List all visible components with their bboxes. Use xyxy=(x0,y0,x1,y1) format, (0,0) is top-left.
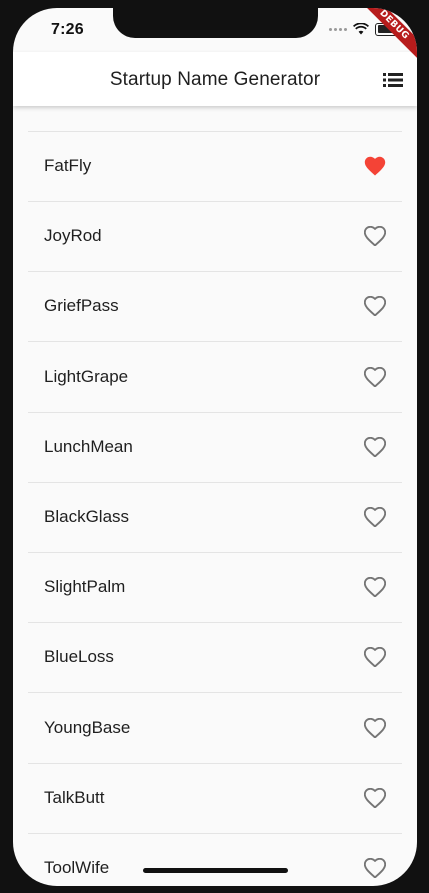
list-item-label: BlackGlass xyxy=(44,507,130,526)
list-item-label: JoyRod xyxy=(44,226,102,246)
device-notch xyxy=(113,8,318,38)
home-indicator[interactable] xyxy=(143,868,288,873)
favorite-border-icon[interactable] xyxy=(364,858,386,878)
favorite-border-icon[interactable] xyxy=(364,577,386,598)
list-item-label: SlightPalm xyxy=(44,577,126,597)
list-item[interactable]: TalkButt xyxy=(28,764,402,834)
list-item[interactable]: LunchMean xyxy=(28,413,402,483)
list-item-label: ToolWife xyxy=(44,858,110,877)
list-item-label: FatFly xyxy=(44,156,92,175)
list-item[interactable]: JoyRod xyxy=(28,202,402,273)
list-icon[interactable] xyxy=(383,72,403,88)
list-item[interactable]: YoungBase xyxy=(28,694,402,764)
list-item-label: TalkButt xyxy=(44,787,105,807)
favorite-border-icon[interactable] xyxy=(364,787,386,808)
list-item-label: LightGrape xyxy=(44,366,129,386)
list-item-label: BlueLoss xyxy=(44,647,114,667)
app-screen: 7:26 DEBUG Startup Name Generator FatFly… xyxy=(13,8,417,886)
list-item[interactable]: GriefPass xyxy=(28,272,402,343)
favorite-border-icon[interactable] xyxy=(364,717,386,738)
list-item[interactable]: BlackGlass xyxy=(28,483,402,553)
list-item-label: LunchMean xyxy=(44,436,133,456)
app-bar: Startup Name Generator xyxy=(13,52,417,106)
list-item[interactable]: LightGrape xyxy=(28,343,402,413)
list-item[interactable]: BlueLoss xyxy=(28,623,402,694)
favorite-border-icon[interactable] xyxy=(364,296,386,317)
status-bar: 7:26 xyxy=(13,8,417,52)
status-time: 7:26 xyxy=(51,21,84,38)
page-title: Startup Name Generator xyxy=(109,69,321,90)
list-item[interactable]: SlightPalm xyxy=(28,553,402,624)
signal-icon xyxy=(329,27,347,31)
favorite-filled-icon[interactable] xyxy=(364,156,386,176)
favorite-border-icon[interactable] xyxy=(364,436,386,457)
favorite-border-icon[interactable] xyxy=(364,647,386,668)
device-frame: 7:26 DEBUG Startup Name Generator FatFly… xyxy=(0,0,429,893)
wifi-icon xyxy=(353,23,369,35)
favorite-border-icon[interactable] xyxy=(364,226,386,247)
list-item-label: YoungBase xyxy=(44,717,131,737)
list-item[interactable]: ToolWife xyxy=(28,834,402,886)
favorite-border-icon[interactable] xyxy=(364,507,386,527)
suggestion-list[interactable]: FatFly JoyRod GriefPass LightGrape LunchMean… xyxy=(28,106,402,886)
list-item-label: GriefPass xyxy=(44,296,119,316)
list-item[interactable]: FatFly xyxy=(28,132,402,202)
favorite-border-icon[interactable] xyxy=(364,366,386,387)
